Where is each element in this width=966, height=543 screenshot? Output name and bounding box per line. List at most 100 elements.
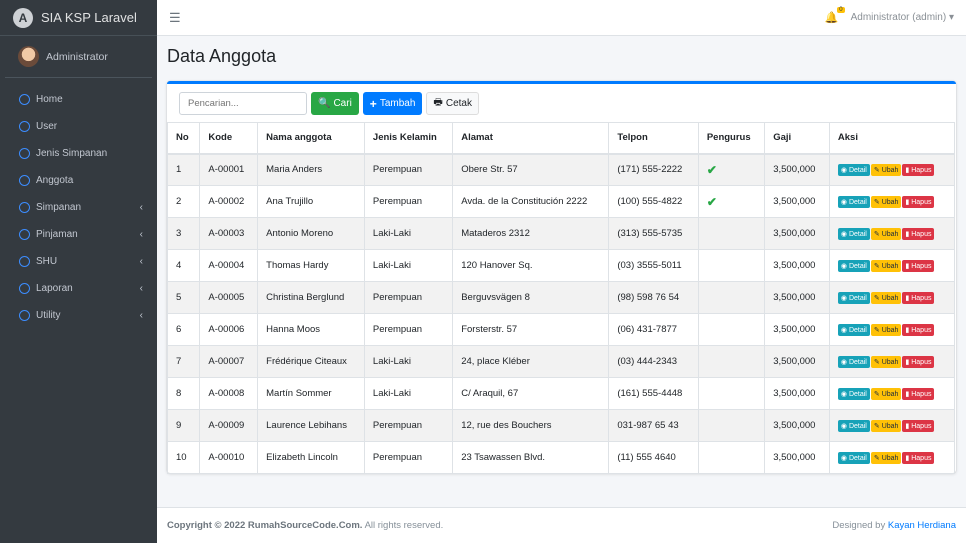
edit-icon: ✎ (873, 326, 880, 334)
trash-icon: ▮ (905, 294, 910, 302)
delete-button[interactable]: ▮ Hapus (902, 291, 935, 304)
cell-nama: Frédérique Citeaux (257, 345, 365, 378)
cell-aksi: ◉ Detail ✎ Ubah ▮ Hapus (828, 281, 956, 314)
sidebar-item-jenis-simpanan[interactable]: Jenis Simpanan (0, 140, 157, 167)
cell-kode: A-00009 (199, 409, 259, 442)
delete-button[interactable]: ▮ Hapus (902, 387, 935, 400)
sidebar-item-anggota[interactable]: Anggota (0, 167, 157, 194)
delete-label: Hapus (911, 358, 932, 366)
edit-button[interactable]: ✎ Ubah (870, 355, 902, 368)
cell-gaji: 3,500,000 (764, 313, 830, 346)
table-row: 8 A-00008 Martín Sommer Laki-Laki C/ Araquil… (166, 377, 956, 410)
delete-button[interactable]: ▮ Hapus (902, 419, 935, 432)
add-button[interactable]: + Tambah (362, 92, 423, 115)
cell-alamat: Mataderos 2312 (452, 217, 610, 250)
cell-no: 5 (166, 281, 201, 314)
delete-button[interactable]: ▮ Hapus (902, 195, 935, 208)
column-header: Aksi (828, 122, 956, 155)
sidebar-item-utility[interactable]: Utility ‹ (0, 302, 157, 329)
column-header: Gaji (764, 122, 830, 155)
sidebar-item-label: Laporan (36, 283, 73, 294)
detail-label: Detail (848, 326, 867, 334)
table-row: 9 A-00009 Laurence Lebihans Perempuan 12, ru… (166, 409, 956, 442)
cell-jenis-kelamin: Perempuan (363, 281, 454, 314)
sidebar-item-shu[interactable]: SHU ‹ (0, 248, 157, 275)
detail-button[interactable]: ◉ Detail (837, 291, 870, 304)
delete-button[interactable]: ▮ Hapus (902, 323, 935, 336)
detail-label: Detail (848, 454, 867, 462)
sidebar-item-user[interactable]: User (0, 113, 157, 140)
detail-label: Detail (848, 358, 867, 366)
detail-button[interactable]: ◉ Detail (837, 355, 870, 368)
cell-nama: Martín Sommer (257, 377, 365, 410)
detail-button[interactable]: ◉ Detail (837, 163, 870, 176)
cell-nama: Antonio Moreno (257, 217, 365, 250)
brand[interactable]: A SIA KSP Laravel (0, 0, 157, 36)
cell-aksi: ◉ Detail ✎ Ubah ▮ Hapus (828, 217, 956, 250)
eye-icon: ◉ (840, 262, 847, 270)
cell-pengurus (697, 249, 766, 282)
edit-button[interactable]: ✎ Ubah (870, 227, 902, 240)
members-card: 🔍Cari +Tambah 🖶Cetak NoKodeNama anggotaJ… (166, 81, 956, 474)
cell-gaji: 3,500,000 (764, 377, 830, 410)
sidebar-item-label: Anggota (36, 175, 74, 186)
search-button-label: Cari (333, 98, 352, 109)
page-title: Data Anggota (167, 46, 277, 66)
cell-pengurus: ✔ (697, 185, 766, 218)
cell-no: 3 (166, 217, 201, 250)
delete-button[interactable]: ▮ Hapus (902, 163, 935, 176)
detail-button[interactable]: ◉ Detail (837, 227, 870, 240)
detail-button[interactable]: ◉ Detail (837, 387, 870, 400)
cell-kode: A-00008 (199, 377, 259, 410)
cell-jenis-kelamin: Perempuan (363, 409, 454, 442)
menu-toggle-icon[interactable]: ☰ (169, 10, 181, 26)
edit-icon: ✎ (873, 358, 880, 366)
sidebar-item-simpanan[interactable]: Simpanan ‹ (0, 194, 157, 221)
edit-button[interactable]: ✎ Ubah (870, 291, 902, 304)
edit-button[interactable]: ✎ Ubah (870, 387, 902, 400)
sidebar-item-label: Utility (36, 310, 61, 321)
edit-button[interactable]: ✎ Ubah (870, 451, 902, 464)
detail-button[interactable]: ◉ Detail (837, 419, 870, 432)
edit-button[interactable]: ✎ Ubah (870, 419, 902, 432)
column-header: Kode (199, 122, 259, 155)
edit-button[interactable]: ✎ Ubah (870, 195, 902, 208)
user-name: Administrator (46, 50, 108, 63)
cell-jenis-kelamin: Laki-Laki (363, 249, 454, 282)
delete-button[interactable]: ▮ Hapus (902, 355, 935, 368)
sidebar-item-pinjaman[interactable]: Pinjaman ‹ (0, 221, 157, 248)
column-header: Telpon (608, 122, 699, 155)
detail-button[interactable]: ◉ Detail (837, 195, 870, 208)
cell-aksi: ◉ Detail ✎ Ubah ▮ Hapus (828, 313, 956, 346)
print-button[interactable]: 🖶 Cetak (426, 92, 479, 115)
delete-button[interactable]: ▮ Hapus (902, 227, 935, 240)
avatar (18, 46, 39, 67)
edit-button[interactable]: ✎ Ubah (870, 323, 902, 336)
detail-button[interactable]: ◉ Detail (837, 323, 870, 336)
table-row: 10 A-00010 Elizabeth Lincoln Perempuan 23 Ts… (166, 441, 956, 474)
sidebar-item-laporan[interactable]: Laporan ‹ (0, 275, 157, 302)
circle-icon (19, 94, 30, 105)
delete-button[interactable]: ▮ Hapus (902, 259, 935, 272)
detail-button[interactable]: ◉ Detail (837, 259, 870, 272)
search-button[interactable]: 🔍 Cari (311, 92, 359, 115)
user-menu[interactable]: Administrator (admin) ▾ (851, 12, 954, 23)
cell-aksi: ◉ Detail ✎ Ubah ▮ Hapus (828, 185, 956, 218)
edit-button[interactable]: ✎ Ubah (870, 259, 902, 272)
user-panel[interactable]: Administrator (5, 36, 152, 78)
delete-label: Hapus (911, 294, 932, 302)
edit-button[interactable]: ✎ Ubah (870, 163, 902, 176)
sidebar-item-home[interactable]: Home (0, 86, 157, 113)
cell-aksi: ◉ Detail ✎ Ubah ▮ Hapus (828, 441, 956, 474)
author-link[interactable]: Kayan Herdiana (888, 520, 956, 531)
delete-button[interactable]: ▮ Hapus (902, 451, 935, 464)
cell-no: 9 (166, 409, 201, 442)
cell-telpon: 031-987 65 43 (608, 409, 699, 442)
cell-no: 6 (166, 313, 201, 346)
delete-label: Hapus (911, 262, 932, 270)
edit-icon: ✎ (873, 230, 880, 238)
detail-button[interactable]: ◉ Detail (837, 451, 870, 464)
cell-telpon: (03) 3555-5011 (608, 249, 699, 282)
search-input[interactable] (179, 92, 307, 115)
bell-icon[interactable]: 🔔 0 (825, 7, 845, 24)
